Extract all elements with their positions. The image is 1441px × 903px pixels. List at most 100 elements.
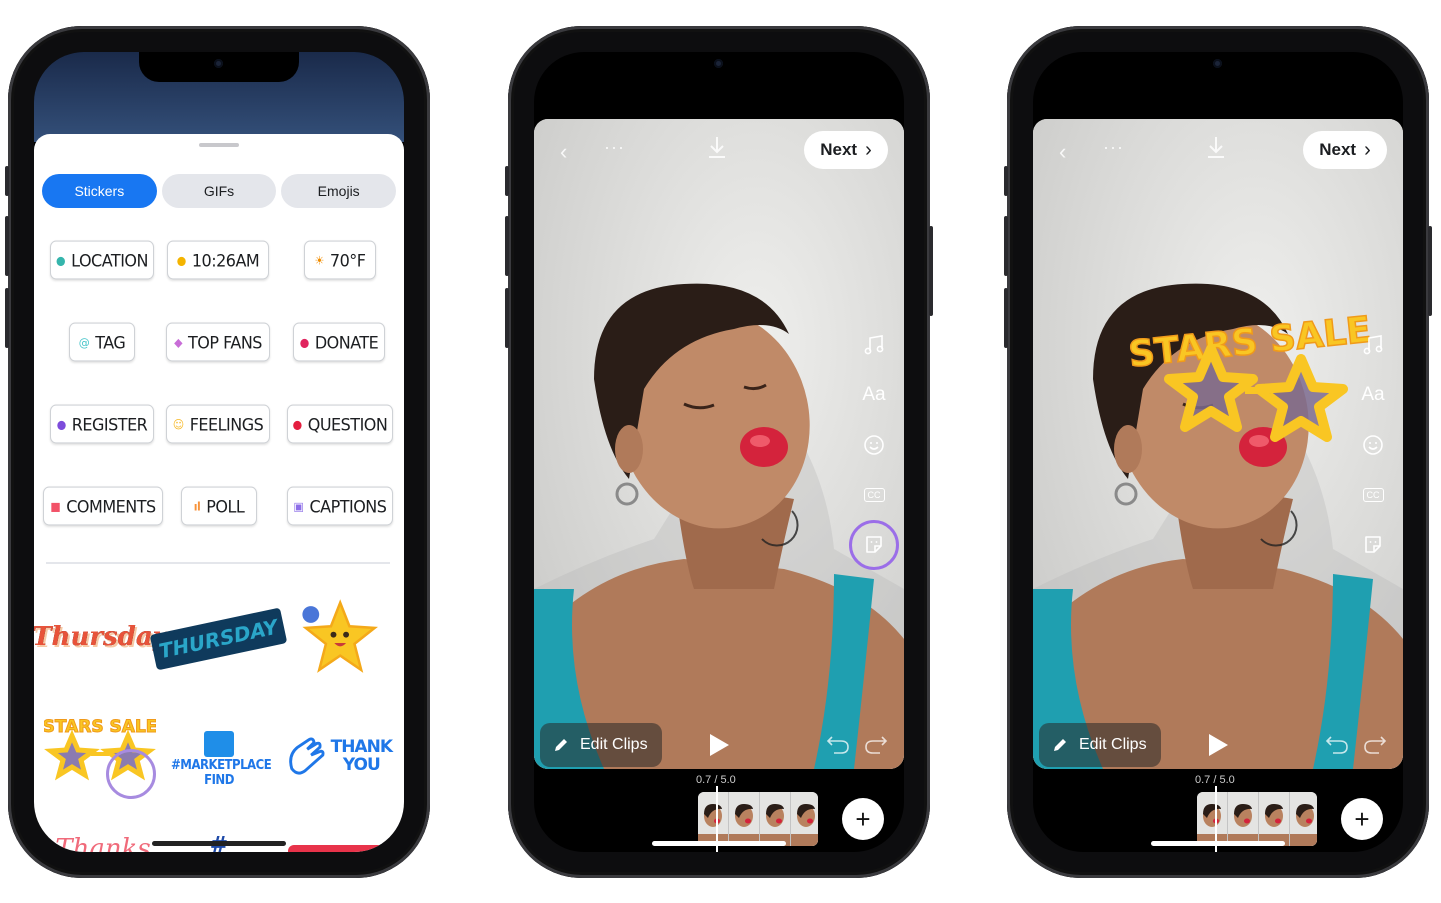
download-icon[interactable] [706,135,728,166]
question-sticker-chip[interactable]: ● QUESTION [287,404,393,444]
next-button[interactable]: Next › [1303,131,1387,169]
sticker-text: YOU [342,755,381,775]
cc-icon: ▣ [293,498,304,514]
phone-screen: Stickers GIFs Emojis ● LOCATION ● 10:26A… [34,52,404,852]
music-note-icon[interactable] [1359,331,1387,359]
weather-sticker-chip[interactable]: ☀ 70°F [304,240,376,280]
chevron-right-icon: › [865,138,872,161]
notch [639,52,799,82]
thanks-script-sticker[interactable]: Thanks [48,834,158,852]
marketplace-find-sticker[interactable]: #MARKETPLACE FIND [164,724,274,794]
sheet-grabber[interactable] [199,143,239,147]
poll-sticker-chip[interactable]: ıl POLL [181,486,257,526]
text-aa-icon[interactable]: Aa [1359,381,1387,409]
smiley-icon: ☺ [172,416,184,432]
captions-cc-icon[interactable]: CC [1359,481,1387,509]
phone-screen: ‹ ··· Next › Aa CC Edit Clips 0.7 / 5.0 … [534,52,904,852]
chip-label: TOP FANS [188,331,262,353]
text-tool-label: Aa [1361,384,1385,405]
back-chevron-icon[interactable]: ‹ [1059,139,1066,165]
tab-stickers[interactable]: Stickers [42,174,157,208]
home-indicator[interactable] [1151,841,1285,846]
chip-label: DONATE [314,331,379,353]
diamond-icon: ◆ [174,334,183,350]
cc-label: CC [863,488,885,502]
clip-thumbnail [1259,792,1290,846]
home-indicator[interactable] [652,841,786,846]
register-sticker-chip[interactable]: ● REGISTER [50,404,154,444]
undo-icon[interactable] [1325,733,1349,760]
cc-label: CC [1362,488,1384,502]
plus-icon: + [855,803,871,834]
more-dots-icon[interactable]: ··· [604,137,625,158]
play-icon[interactable] [1207,733,1229,762]
tap-indicator [106,749,156,799]
tap-indicator [849,520,899,570]
back-chevron-icon[interactable]: ‹ [560,139,567,165]
undo-icon[interactable] [826,733,850,760]
thank-you-sticker[interactable]: THANK YOU [284,726,393,786]
add-clip-button[interactable]: + [842,798,884,840]
phone-frame-editor-before: ‹ ··· Next › Aa CC Edit Clips 0.7 / 5.0 … [505,26,933,878]
add-clip-button[interactable]: + [1341,798,1383,840]
clapping-hands-icon [289,737,325,775]
chip-label: 10:26AM [191,249,260,271]
notch [139,52,299,82]
portrait-photo: STARS SALE [1033,119,1403,769]
edit-clips-label: Edit Clips [580,736,648,753]
clip-thumbnail [1228,792,1259,846]
clip-thumbnail [698,792,729,846]
comments-sticker-chip[interactable]: ■ COMMENTS [43,486,163,526]
video-preview[interactable]: STARS SALE ‹ ··· Next › Aa CC Edit Clips [1033,119,1403,769]
clip-thumbnail [1290,792,1317,846]
redo-icon[interactable] [864,733,888,760]
home-indicator[interactable] [152,841,286,846]
phone-screen: STARS SALE ‹ ··· Next › Aa CC Edit Clips… [1033,52,1403,852]
chip-label: POLL [206,495,245,517]
sticker-icon[interactable] [1359,531,1387,559]
plus-icon: + [1354,803,1370,834]
next-label: Next [820,140,858,159]
captions-sticker-chip[interactable]: ▣ CAPTIONS [287,486,393,526]
tab-emojis[interactable]: Emojis [281,174,397,208]
clip-thumbnail [791,792,818,846]
sticker-text: #MARKETPLACE FIND [171,757,272,788]
thursday-script-sticker[interactable]: Thursday [34,614,168,660]
sticker-smiley-icon[interactable] [1359,431,1387,459]
edit-clips-button[interactable]: Edit Clips [540,723,662,767]
sticker-sheet: Stickers GIFs Emojis ● LOCATION ● 10:26A… [34,134,404,852]
partial-sticker[interactable] [288,844,384,852]
feelings-sticker-chip[interactable]: ☺ FEELINGS [166,404,270,444]
tag-sticker-chip[interactable]: @ TAG [69,322,135,362]
donate-sticker-chip[interactable]: ● DONATE [293,322,385,362]
chip-label: TAG [95,331,126,353]
thursday-block-sticker[interactable]: THURSDAY [149,606,287,672]
star-character-sticker[interactable] [290,592,382,684]
tab-gifs[interactable]: GIFs [161,174,277,208]
speech-bubble-icon: ● [292,416,303,432]
portrait-photo [534,119,904,769]
next-button[interactable]: Next › [804,131,888,169]
play-icon[interactable] [708,733,730,762]
text-aa-icon[interactable]: Aa [860,381,888,409]
download-icon[interactable] [1205,135,1227,166]
clip-thumbnail [729,792,760,846]
sticker-smiley-icon[interactable] [860,431,888,459]
timecode: 0.7 / 5.0 [696,774,736,786]
music-note-icon[interactable] [860,331,888,359]
location-sticker-chip[interactable]: ● LOCATION [50,240,154,280]
time-sticker-chip[interactable]: ● 10:26AM [167,240,269,280]
sticker-tabs: Stickers GIFs Emojis [42,174,397,208]
edit-clips-button[interactable]: Edit Clips [1039,723,1161,767]
sticker-text: STARS SALE [44,717,156,737]
text-tool-label: Aa [862,384,886,405]
phone-frame-editor-after: STARS SALE ‹ ··· Next › Aa CC Edit Clips… [1004,26,1432,878]
chip-label: CAPTIONS [309,495,387,517]
top-fans-sticker-chip[interactable]: ◆ TOP FANS [166,322,270,362]
sticker-text: THANK [330,737,393,757]
next-label: Next [1319,140,1357,159]
redo-icon[interactable] [1363,733,1387,760]
video-preview[interactable]: ‹ ··· Next › Aa CC Edit Clips [534,119,904,769]
captions-cc-icon[interactable]: CC [860,481,888,509]
more-dots-icon[interactable]: ··· [1103,137,1124,158]
